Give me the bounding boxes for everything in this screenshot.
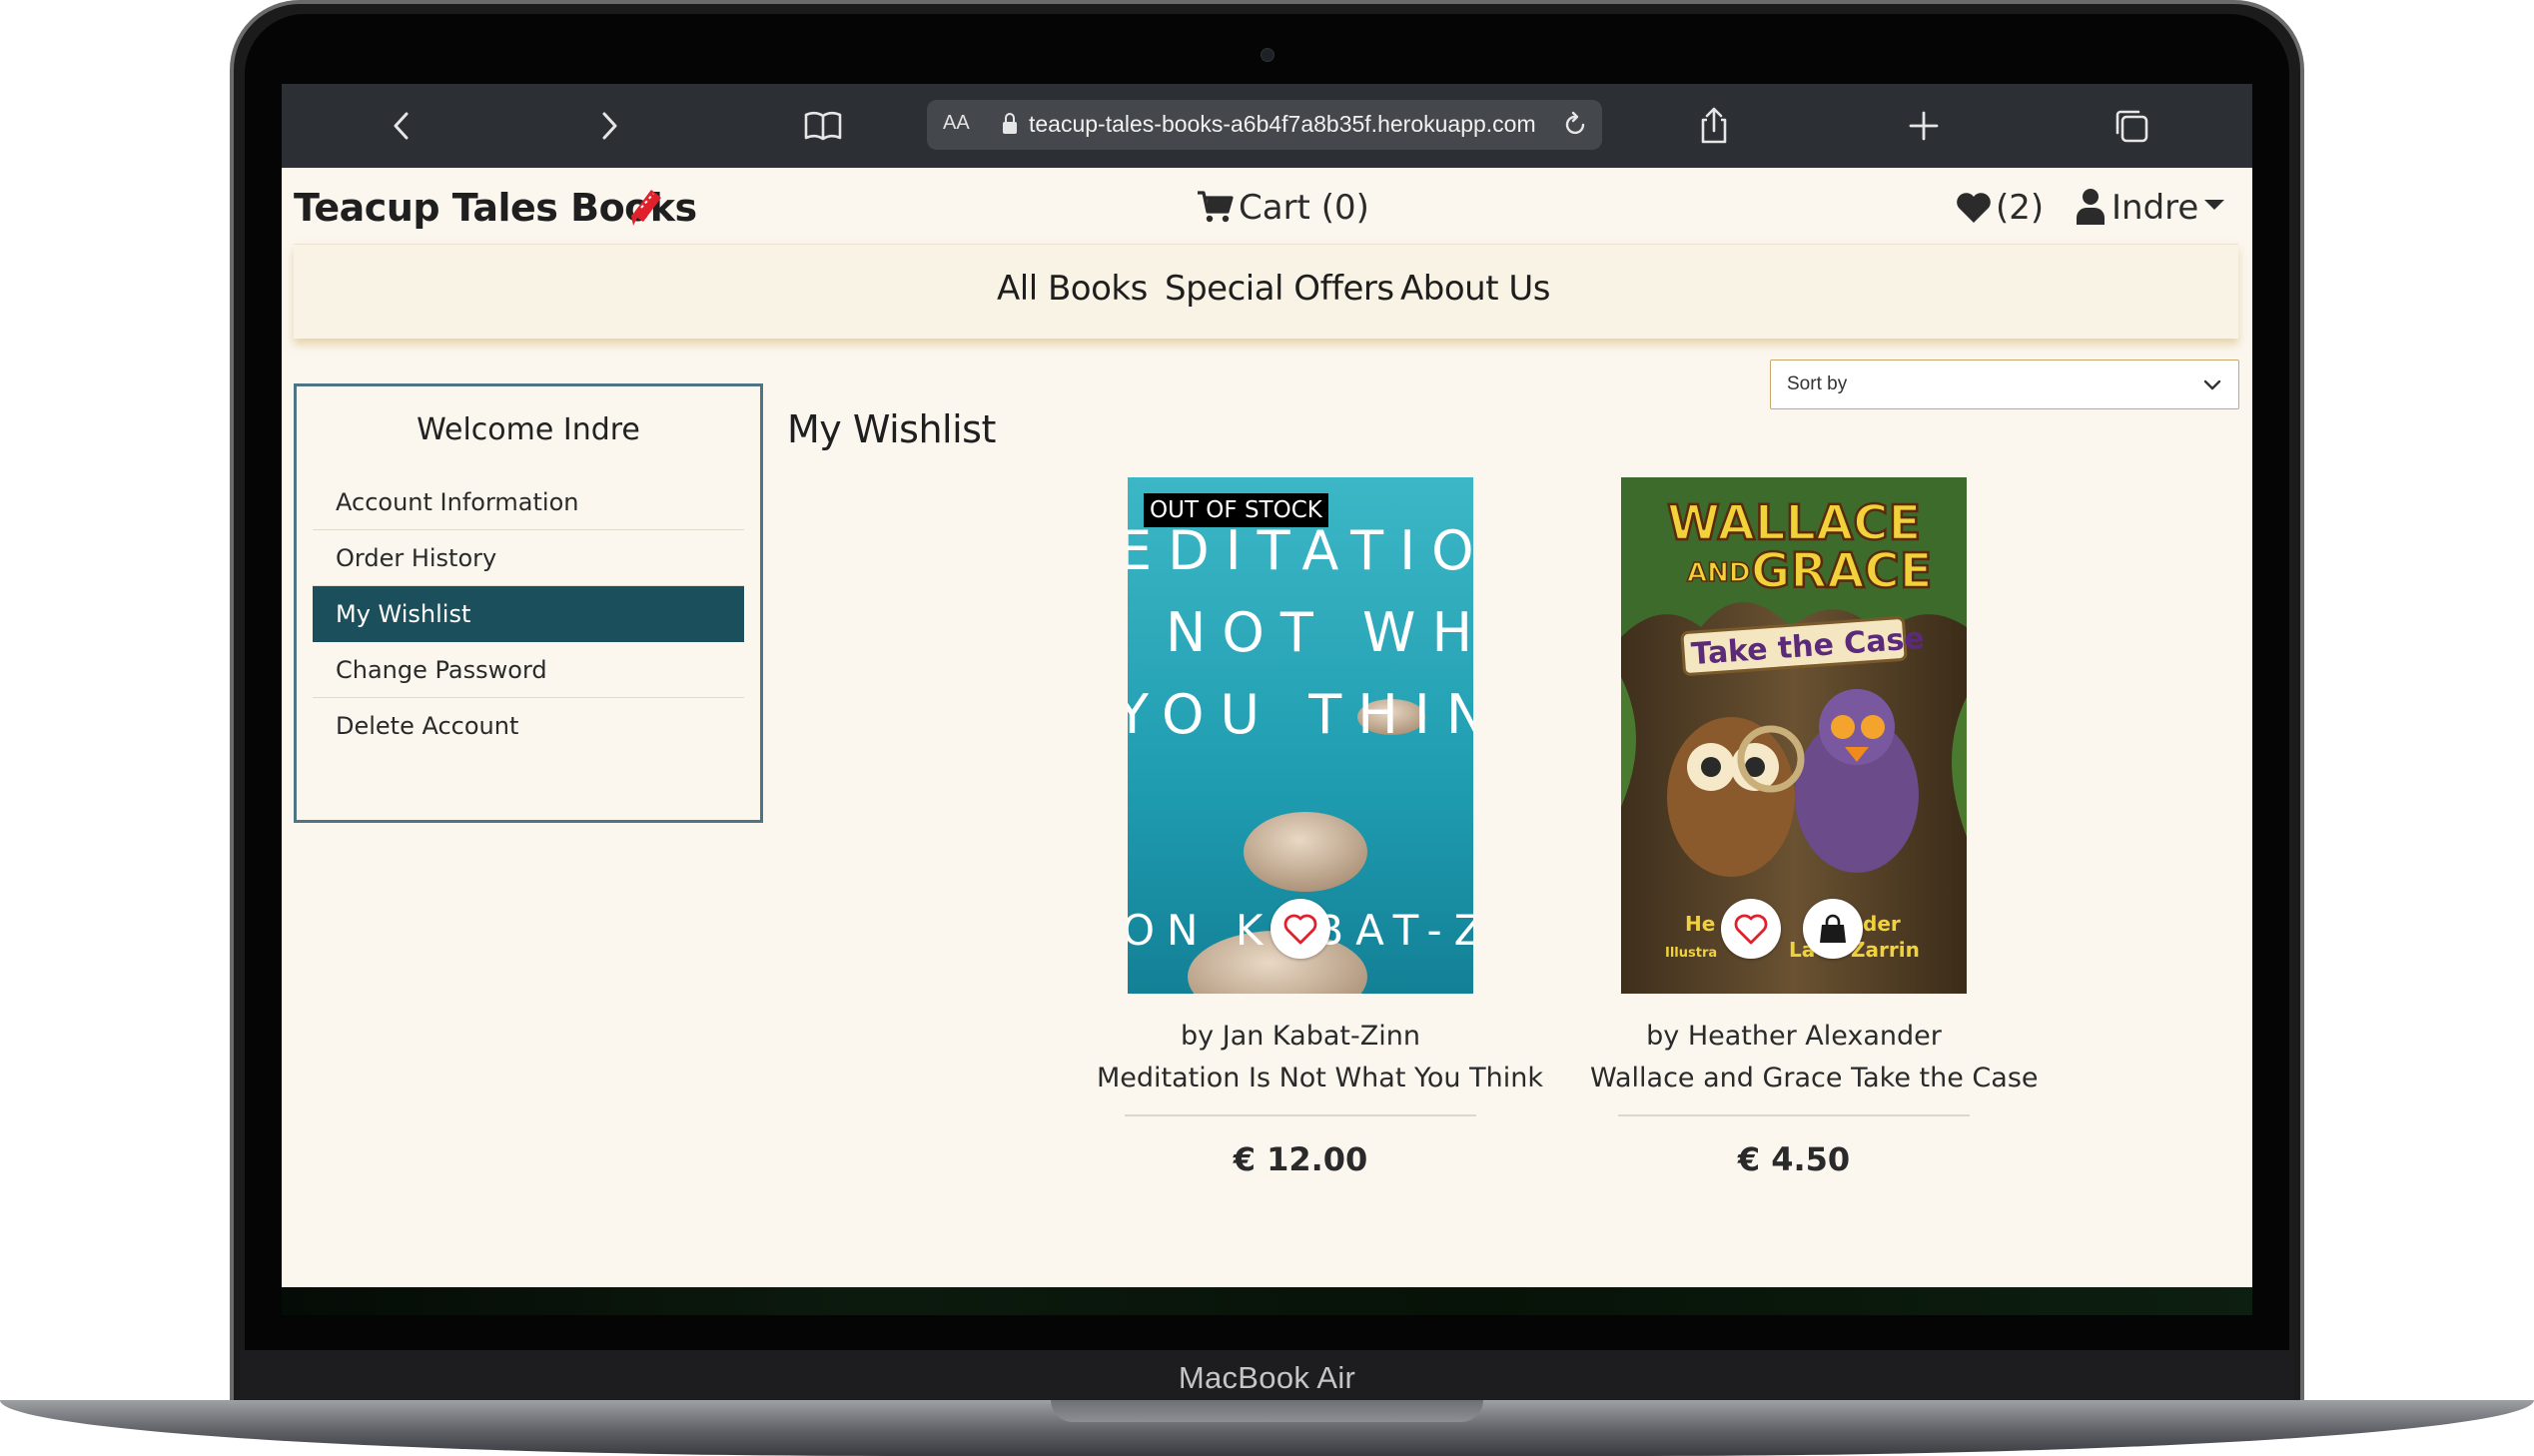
tabs-icon[interactable] bbox=[2110, 104, 2153, 148]
divider bbox=[1618, 1114, 1970, 1116]
cover-illustrator-fragment: Illustra bbox=[1665, 946, 1717, 961]
user-menu[interactable]: Indre bbox=[2112, 188, 2198, 228]
out-of-stock-badge: OUT OF STOCK bbox=[1144, 493, 1328, 527]
book-price: € 12.00 bbox=[1233, 1140, 1368, 1178]
cover-line-3: YOU THINK bbox=[1128, 683, 1473, 746]
sort-select[interactable]: Sort by bbox=[1770, 360, 2239, 409]
sidebar-item-account-information[interactable]: Account Information bbox=[313, 474, 744, 530]
bookmark-ribbon-icon bbox=[627, 184, 667, 228]
chevron-down-icon bbox=[2202, 374, 2222, 394]
heart-outline-icon bbox=[1734, 914, 1768, 945]
laptop-hinge-notch bbox=[1051, 1400, 1483, 1422]
book-author: by Jan Kabat-Zinn bbox=[1181, 1021, 1420, 1052]
sidebar-item-order-history[interactable]: Order History bbox=[313, 530, 744, 586]
book-price: € 4.50 bbox=[1737, 1140, 1851, 1178]
forward-icon[interactable] bbox=[587, 104, 631, 148]
back-icon[interactable] bbox=[380, 104, 423, 148]
remove-from-wishlist-button[interactable] bbox=[1270, 899, 1330, 959]
text-size-button[interactable]: AA bbox=[943, 112, 970, 135]
shopping-bag-icon bbox=[1820, 914, 1846, 943]
new-tab-icon[interactable] bbox=[1902, 104, 1946, 148]
book-title[interactable]: Meditation Is Not What You Think bbox=[1097, 1063, 1543, 1093]
book-card[interactable]: EDITATIO NOT WHA YOU THINK ON KABAT-ZIN … bbox=[1097, 477, 1543, 1178]
heart-icon[interactable] bbox=[1956, 192, 1992, 229]
page-footer bbox=[282, 1287, 2252, 1315]
user-icon[interactable] bbox=[2076, 188, 2106, 231]
remove-from-wishlist-button[interactable] bbox=[1721, 899, 1781, 959]
sidebar-item-delete-account[interactable]: Delete Account bbox=[313, 698, 744, 754]
sidebar-title: Welcome Indre bbox=[417, 412, 640, 447]
cover-title-2: AND bbox=[1687, 558, 1750, 588]
add-to-bag-button[interactable] bbox=[1803, 899, 1863, 959]
lock-icon bbox=[1001, 112, 1019, 136]
nav-all-books[interactable]: All Books bbox=[997, 269, 1148, 309]
device-label: MacBook Air bbox=[1178, 1360, 1356, 1395]
nav-special-offers[interactable]: Special Offers bbox=[1165, 269, 1394, 309]
page-title: My Wishlist bbox=[787, 407, 996, 451]
cart-link[interactable]: Cart (0) bbox=[1239, 188, 1369, 228]
divider bbox=[1125, 1114, 1476, 1116]
bookmarks-icon[interactable] bbox=[801, 104, 845, 148]
reload-icon[interactable] bbox=[1560, 110, 1590, 140]
sidebar-item-my-wishlist[interactable]: My Wishlist bbox=[313, 586, 744, 642]
book-card[interactable]: WALLACE AND GRACE Take the Case He der I… bbox=[1590, 477, 2039, 1178]
book-cover[interactable]: WALLACE AND GRACE Take the Case He der I… bbox=[1621, 477, 1967, 994]
account-sidebar: Welcome Indre Account Information Order … bbox=[294, 383, 763, 823]
book-cover[interactable]: EDITATIO NOT WHA YOU THINK ON KABAT-ZIN … bbox=[1128, 477, 1473, 994]
cart-icon[interactable] bbox=[1197, 190, 1235, 229]
main-navbar: All Books Special Offers About Us bbox=[294, 244, 2238, 339]
cover-author-fragment: He bbox=[1685, 912, 1715, 936]
sidebar-item-change-password[interactable]: Change Password bbox=[313, 642, 744, 698]
screen: AA teacup-tales-books-a6b4f7a8b35f.herok… bbox=[282, 84, 2252, 1315]
cover-title-3: GRACE bbox=[1751, 543, 1933, 599]
camera-icon bbox=[1261, 48, 1274, 62]
caret-down-icon[interactable] bbox=[2203, 198, 2225, 217]
book-title[interactable]: Wallace and Grace Take the Case bbox=[1590, 1063, 2039, 1093]
address-bar[interactable]: AA teacup-tales-books-a6b4f7a8b35f.herok… bbox=[927, 100, 1602, 150]
heart-outline-icon bbox=[1283, 914, 1317, 945]
cover-line-2: NOT WHA bbox=[1166, 601, 1473, 664]
browser-toolbar: AA teacup-tales-books-a6b4f7a8b35f.herok… bbox=[282, 84, 2252, 168]
share-icon[interactable] bbox=[1692, 104, 1736, 148]
cover-author-fragment: der bbox=[1863, 912, 1901, 936]
cover-line-1: EDITATIO bbox=[1128, 519, 1473, 582]
nav-about-us[interactable]: About Us bbox=[1400, 269, 1550, 309]
cover-illustrator-fragment: Zarrin bbox=[1851, 938, 1920, 962]
book-author: by Heather Alexander bbox=[1646, 1021, 1942, 1052]
sort-label: Sort by bbox=[1787, 373, 1848, 394]
url-text: teacup-tales-books-a6b4f7a8b35f.herokuap… bbox=[1029, 111, 1536, 137]
wishlist-link[interactable]: (2) bbox=[1996, 188, 2044, 228]
book-cover-art: WALLACE AND GRACE Take the Case He der I… bbox=[1621, 477, 1967, 994]
